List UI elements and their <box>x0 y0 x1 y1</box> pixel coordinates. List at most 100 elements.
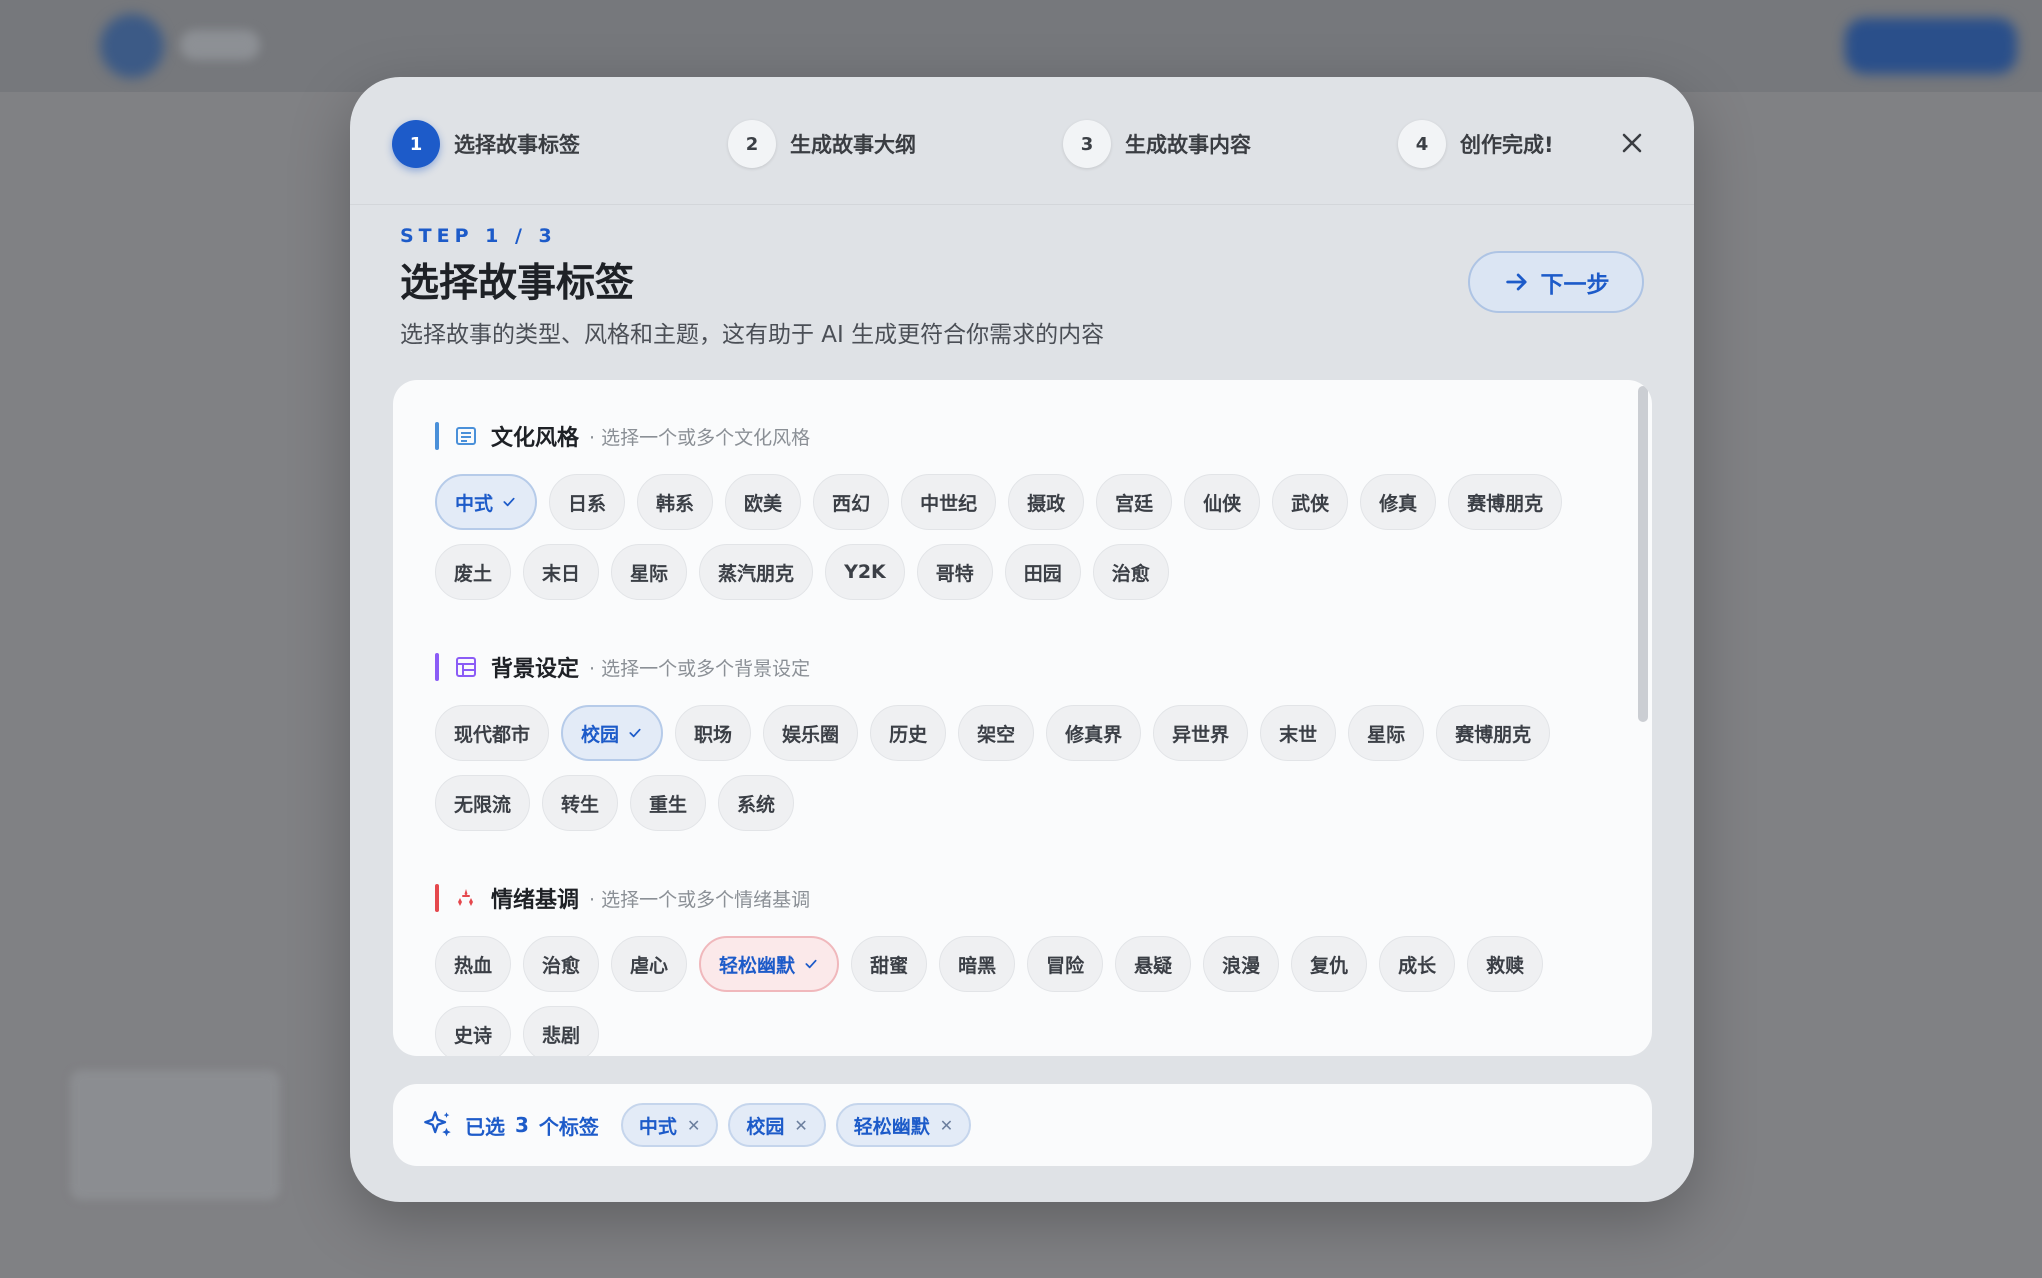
tag-label: 蒸汽朋克 <box>718 562 795 585</box>
tag-label: 武侠 <box>1291 492 1330 515</box>
next-button-label: 下一步 <box>1540 272 1610 298</box>
section-culture: 文化风格 · 选择一个或多个文化风格 中式 日系 韩系 欧美 西幻 中世纪 摄政 宫廷 仙侠 武侠… <box>435 420 1605 600</box>
tag-label: 废土 <box>454 562 493 585</box>
remove-tag-icon[interactable]: ✕ <box>794 1116 807 1135</box>
tag-chip[interactable]: 末日 <box>523 544 600 600</box>
tag-chip[interactable]: 日系 <box>549 474 626 530</box>
tag-chip[interactable]: 韩系 <box>637 474 714 530</box>
tag-chip[interactable]: 星际 <box>1348 705 1425 761</box>
tag-chip[interactable]: 甜蜜 <box>851 936 928 992</box>
step-2[interactable]: 2 生成故事大纲 <box>728 119 916 169</box>
tag-chip[interactable]: Y2K <box>825 544 905 600</box>
selected-tag-label: 轻松幽默 <box>853 1115 930 1138</box>
tag-label: 校园 <box>581 723 620 746</box>
tag-chip[interactable]: 架空 <box>958 705 1035 761</box>
tag-chip[interactable]: 救赎 <box>1467 936 1544 992</box>
tag-chip[interactable]: 史诗 <box>435 1006 512 1056</box>
tag-chip[interactable]: 蒸汽朋克 <box>699 544 814 600</box>
tag-chip[interactable]: 冒险 <box>1027 936 1104 992</box>
tag-chip[interactable]: 娱乐圈 <box>763 705 859 761</box>
tag-chip[interactable]: 现代都市 <box>435 705 550 761</box>
tag-chip[interactable]: 田园 <box>1004 544 1081 600</box>
tag-chip[interactable]: 历史 <box>870 705 947 761</box>
tag-chip[interactable]: 欧美 <box>725 474 802 530</box>
tag-chip[interactable]: 虐心 <box>611 936 688 992</box>
step-1[interactable]: 1 选择故事标签 <box>392 119 580 169</box>
scrollbar-thumb[interactable] <box>1638 386 1648 722</box>
header-divider <box>350 204 1694 205</box>
background-pill <box>180 30 260 60</box>
selected-tag-chip: 轻松幽默 ✕ <box>835 1103 972 1147</box>
tag-chip[interactable]: 中式 <box>435 474 538 530</box>
tag-label: 韩系 <box>656 492 695 515</box>
step-4[interactable]: 4 创作完成! <box>1398 119 1554 169</box>
tag-chip[interactable]: 治愈 <box>1092 544 1169 600</box>
tag-chip[interactable]: 末世 <box>1260 705 1337 761</box>
remove-tag-icon[interactable]: ✕ <box>940 1116 953 1135</box>
selection-summary: 已选 3 个标签 中式 ✕ 校园 ✕ 轻松幽默 ✕ <box>393 1084 1652 1166</box>
tag-chip[interactable]: 仙侠 <box>1184 474 1261 530</box>
tag-label: 历史 <box>889 723 928 746</box>
tag-grid: 中式 日系 韩系 欧美 西幻 中世纪 摄政 宫廷 仙侠 武侠 修真 赛博朋克废土 末日 星际 蒸汽朋克 Y2K… <box>435 474 1605 600</box>
tag-label: 星际 <box>630 562 669 585</box>
selected-tag-chip: 中式 ✕ <box>620 1103 719 1147</box>
tag-chip[interactable]: 复仇 <box>1291 936 1368 992</box>
tag-chip[interactable]: 暗黑 <box>939 936 1016 992</box>
remove-tag-icon[interactable]: ✕ <box>687 1116 700 1135</box>
tag-chip[interactable]: 职场 <box>675 705 752 761</box>
section-hint: · 选择一个或多个背景设定 <box>589 657 811 680</box>
tag-chip[interactable]: 治愈 <box>523 936 600 992</box>
step-number: 4 <box>1398 120 1446 168</box>
tag-label: 暗黑 <box>958 954 997 977</box>
close-button[interactable] <box>1612 123 1652 163</box>
tag-chip[interactable]: 重生 <box>630 775 707 831</box>
section-hint: · 选择一个或多个文化风格 <box>589 426 811 449</box>
tag-chip[interactable]: 修真界 <box>1046 705 1142 761</box>
selected-tag-chip: 校园 ✕ <box>728 1103 826 1147</box>
tag-chip[interactable]: 转生 <box>542 775 619 831</box>
tag-chip[interactable]: 武侠 <box>1272 474 1349 530</box>
tag-label: 星际 <box>1367 723 1406 746</box>
tag-label: 异世界 <box>1172 723 1230 746</box>
tag-chip[interactable]: 悲剧 <box>523 1006 600 1056</box>
tag-label: 娱乐圈 <box>782 723 840 746</box>
tag-chip[interactable]: 浪漫 <box>1203 936 1280 992</box>
tag-panel[interactable]: 文化风格 · 选择一个或多个文化风格 中式 日系 韩系 欧美 西幻 中世纪 摄政 宫廷 仙侠 武侠… <box>393 380 1652 1056</box>
tag-chip[interactable]: 星际 <box>611 544 688 600</box>
tag-chip[interactable]: 悬疑 <box>1115 936 1192 992</box>
tag-label: 浪漫 <box>1222 954 1261 977</box>
tag-label: 救赎 <box>1486 954 1525 977</box>
check-icon <box>629 728 641 738</box>
tag-chip[interactable]: 异世界 <box>1153 705 1249 761</box>
tag-label: 哥特 <box>935 562 974 585</box>
selected-tag-label: 校园 <box>746 1115 785 1138</box>
tag-chip[interactable]: 赛博朋克 <box>1448 474 1563 530</box>
tag-label: 转生 <box>561 793 600 816</box>
tag-label: 修真界 <box>1065 723 1123 746</box>
tag-chip[interactable]: 西幻 <box>813 474 890 530</box>
tag-label: Y2K <box>844 561 886 583</box>
tag-chip[interactable]: 系统 <box>718 775 795 831</box>
tag-chip[interactable]: 校园 <box>561 705 664 761</box>
tag-chip[interactable]: 赛博朋克 <box>1436 705 1551 761</box>
tag-chip[interactable]: 轻松幽默 <box>699 936 840 992</box>
tag-chip[interactable]: 成长 <box>1379 936 1456 992</box>
tag-chip[interactable]: 热血 <box>435 936 512 992</box>
tag-label: 史诗 <box>454 1024 493 1047</box>
step-label: 创作完成! <box>1460 133 1554 157</box>
tag-chip[interactable]: 摄政 <box>1008 474 1085 530</box>
check-icon <box>503 497 515 507</box>
step-3[interactable]: 3 生成故事内容 <box>1063 119 1251 169</box>
tag-grid: 热血 治愈 虐心 轻松幽默 甜蜜 暗黑 冒险 悬疑 浪漫 复仇 成长 救赎史诗 悲剧 <box>435 936 1605 1056</box>
tag-chip[interactable]: 修真 <box>1360 474 1437 530</box>
tag-label: 治愈 <box>542 954 581 977</box>
tag-chip[interactable]: 废土 <box>435 544 512 600</box>
tag-label: 修真 <box>1379 492 1418 515</box>
tag-label: 悬疑 <box>1134 954 1173 977</box>
tag-chip[interactable]: 中世纪 <box>901 474 997 530</box>
tag-label: 日系 <box>568 492 607 515</box>
tag-chip[interactable]: 宫廷 <box>1096 474 1173 530</box>
tag-chip[interactable]: 无限流 <box>435 775 531 831</box>
next-button[interactable]: 下一步 <box>1468 251 1644 313</box>
tag-chip[interactable]: 哥特 <box>916 544 993 600</box>
